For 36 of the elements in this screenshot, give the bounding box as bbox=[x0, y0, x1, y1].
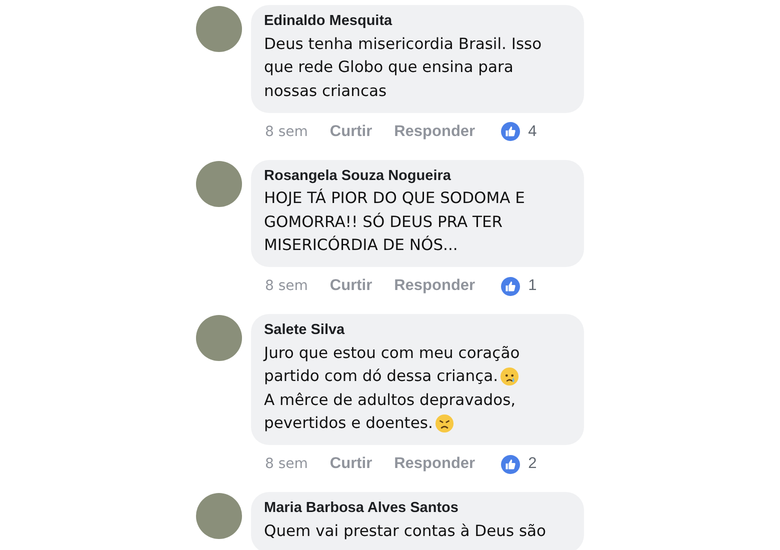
avatar-photo[interactable] bbox=[196, 315, 242, 361]
comment-time: 8 sem bbox=[265, 124, 308, 140]
like-count: 1 bbox=[528, 277, 537, 295]
comment-text: partido com dó dessa criança. bbox=[264, 367, 498, 386]
avatar-photo[interactable] bbox=[196, 160, 242, 206]
comment-text: A mêrce de adultos depravados, bbox=[264, 390, 516, 409]
comment-text: Deus tenha misericordia Brasil. Isso bbox=[264, 34, 542, 53]
avatar-photo[interactable] bbox=[196, 493, 242, 539]
author-name[interactable]: Maria Barbosa Alves Santos bbox=[264, 500, 570, 516]
comment-text: pevertidos e doentes. bbox=[264, 414, 433, 432]
comment-text: MISERICÓRDIA DE NÓS... bbox=[264, 236, 458, 254]
thumbs-up-icon bbox=[501, 454, 520, 474]
reply-link[interactable]: Responder bbox=[394, 455, 476, 473]
comment-time: 8 sem bbox=[265, 456, 308, 472]
like-link[interactable]: Curtir bbox=[330, 122, 372, 140]
comment-text: Quem vai prestar contas à Deus são bbox=[264, 522, 546, 540]
like-link[interactable]: Curtir bbox=[330, 277, 372, 295]
comment-text: HOJE TÁ PIOR DO QUE SODOMA E bbox=[264, 189, 525, 208]
comment-text: nossas criancas bbox=[264, 82, 387, 100]
author-name[interactable]: Rosangela Souza Nogueira bbox=[264, 168, 570, 184]
comment-text: Juro que estou com meu coração bbox=[264, 344, 520, 362]
angry-face-icon bbox=[434, 414, 454, 433]
author-name[interactable]: Salete Silva bbox=[264, 322, 570, 338]
thumbs-up-icon bbox=[501, 122, 520, 141]
thumbs-up-icon bbox=[501, 276, 520, 296]
reply-link[interactable]: Responder bbox=[394, 277, 476, 295]
like-count: 4 bbox=[528, 122, 537, 140]
comment-text: GOMORRA!! SÓ DEUS PRA TER bbox=[264, 212, 503, 231]
sad-face-icon bbox=[500, 366, 520, 386]
avatar-photo[interactable] bbox=[196, 6, 242, 52]
comment-time: 8 sem bbox=[265, 278, 308, 294]
like-link[interactable]: Curtir bbox=[330, 455, 372, 473]
author-name[interactable]: Edinaldo Mesquita bbox=[264, 13, 570, 29]
like-count: 2 bbox=[528, 455, 537, 473]
comment-text: que rede Globo que ensina para bbox=[264, 58, 514, 76]
reply-link[interactable]: Responder bbox=[394, 122, 476, 140]
